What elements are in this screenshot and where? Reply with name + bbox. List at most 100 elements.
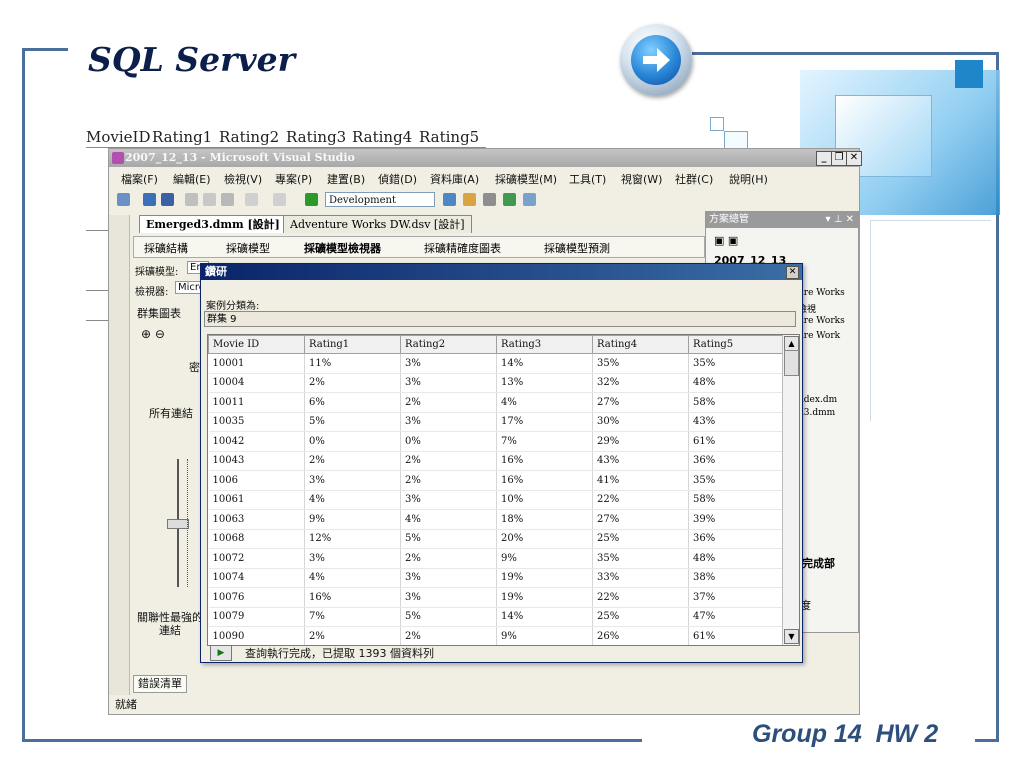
table-cell: 2% [400,626,497,645]
cut-icon[interactable] [185,193,198,206]
table-row[interactable]: 10076 16% 3% 19% 22% 37% [208,587,787,608]
save-all-icon[interactable] [161,193,174,206]
table-cell: 30% [592,412,689,432]
col-header-rating1[interactable]: Rating1 [304,335,401,354]
find-icon[interactable] [443,193,456,206]
restore-button[interactable]: ❐ [831,151,847,166]
table-row[interactable]: 10074 4% 3% 19% 33% 38% [208,568,787,588]
decorative-lines [870,220,991,421]
table-row[interactable]: 1006 3% 2% 16% 41% 35% [208,470,787,491]
menu-mining-model[interactable]: 採礦模型(M) [495,171,557,187]
panel-pin-close-icons[interactable]: ▾ ⊥ ✕ [826,212,854,228]
menu-window[interactable]: 視窗(W) [621,171,662,187]
table-row[interactable]: 10001 11% 3% 14% 35% 35% [208,353,787,374]
menu-debug[interactable]: 偵錯(D) [378,171,417,187]
scroll-up-icon[interactable]: ▲ [784,336,799,351]
tab-mining-model-prediction[interactable]: 採礦模型預測 [544,240,610,256]
scroll-thumb[interactable] [784,350,799,376]
link-slider-thumb[interactable] [167,519,189,529]
minimize-button[interactable]: _ [816,151,832,166]
table-cell: 11% [304,353,401,374]
menu-project[interactable]: 專案(P) [275,171,312,187]
tab-error-list[interactable]: 錯誤清單 [133,675,187,693]
bg-header-rating1: Rating1 [152,128,213,146]
table-cell: 18% [496,509,593,530]
table-cell: 47% [688,607,787,627]
next-arrow-button[interactable] [620,24,692,96]
start-debug-icon[interactable] [305,193,318,206]
tab-cluster-diagram[interactable]: 群集圖表 [137,305,181,321]
toolbox-icon[interactable] [503,193,516,206]
tab-mining-structure[interactable]: 採礦結構 [144,240,188,256]
col-header-movie-id[interactable]: Movie ID [208,335,305,354]
save-icon[interactable] [143,193,156,206]
menu-file[interactable]: 檔案(F) [121,171,158,187]
solution-item-6[interactable]: d3.dmm [798,408,835,418]
copy-icon[interactable] [203,193,216,206]
bg-header-rating3: Rating3 [286,128,347,146]
menu-data[interactable]: 資料庫(A) [430,171,479,187]
redo-icon[interactable] [273,193,286,206]
table-row[interactable]: 10063 9% 4% 18% 27% 39% [208,509,787,530]
table-row[interactable]: 10068 12% 5% 20% 25% 36% [208,529,787,549]
table-row[interactable]: 10043 2% 2% 16% 43% 36% [208,451,787,471]
solution-explorer-icon[interactable] [463,193,476,206]
table-cell: 7% [304,607,401,627]
col-header-rating3[interactable]: Rating3 [496,335,593,354]
menu-tools[interactable]: 工具(T) [569,171,606,187]
toolbox-strip[interactable] [109,215,130,695]
table-row[interactable]: 10004 2% 3% 13% 32% 48% [208,373,787,393]
solution-explorer-title: 方案總管 [709,214,749,225]
scroll-down-icon[interactable]: ▼ [784,629,799,644]
solution-item-5[interactable]: ndex.dm [798,395,837,405]
zoom-icons[interactable]: ⊕ ⊖ [141,327,165,341]
table-cell: 58% [688,490,787,510]
col-header-rating4[interactable]: Rating4 [592,335,689,354]
close-button[interactable]: ✕ [846,151,862,166]
table-cell: 61% [688,431,787,452]
solution-toolbar-icons[interactable]: ▣ ▣ [714,234,738,247]
table-row[interactable]: 10035 5% 3% 17% 30% 43% [208,412,787,432]
table-row[interactable]: 10079 7% 5% 14% 25% 47% [208,607,787,627]
properties-icon[interactable] [483,193,496,206]
tab-adventure-works-dsv[interactable]: Adventure Works DW.dsv [設計] [283,215,472,233]
window-icon[interactable] [523,193,536,206]
grid-vertical-scrollbar[interactable]: ▲ ▼ [782,335,799,645]
run-query-icon[interactable]: ▶ [210,645,232,661]
tab-mining-model-viewer[interactable]: 採礦模型檢視器 [304,240,381,256]
menu-edit[interactable]: 編輯(E) [173,171,211,187]
bg-header-rating2: Rating2 [219,128,280,146]
table-row[interactable]: 10042 0% 0% 7% 29% 61% [208,431,787,452]
tab-emerged3-dmm[interactable]: Emerged3.dmm [設計] [139,215,287,233]
col-header-rating2[interactable]: Rating2 [400,335,497,354]
vs-window-title: 2007_12_13 - Microsoft Visual Studio [125,151,355,164]
table-row[interactable]: 10061 4% 3% 10% 22% 58% [208,490,787,510]
menu-help[interactable]: 說明(H) [729,171,768,187]
table-row[interactable]: 10090 2% 2% 9% 26% 61% [208,626,787,645]
table-cell: 14% [496,353,593,374]
table-row[interactable]: 10011 6% 2% 4% 27% 58% [208,392,787,413]
arrow-right-icon [643,48,670,72]
vs-titlebar[interactable]: 2007_12_13 - Microsoft Visual Studio _ ❐… [109,149,862,167]
solution-item-3[interactable]: ure Works [798,316,845,326]
menu-build[interactable]: 建置(B) [327,171,365,187]
viewer-label: 檢視器: [135,287,169,298]
solution-item-1[interactable]: ure Works [798,288,845,298]
undo-icon[interactable] [245,193,258,206]
tab-mining-models[interactable]: 採礦模型 [226,240,270,256]
col-header-rating5[interactable]: Rating5 [688,335,787,354]
table-cell: 48% [688,373,787,393]
configuration-combo[interactable]: Development [325,192,435,207]
solution-item-4[interactable]: ure Work [798,331,840,341]
menu-view[interactable]: 檢視(V) [224,171,262,187]
tab-mining-accuracy-chart[interactable]: 採礦精確度圖表 [424,240,501,256]
drillthrough-titlebar[interactable]: 鑽研 ✕ [201,264,802,280]
menu-community[interactable]: 社群(C) [675,171,713,187]
table-cell: 10079 [208,607,305,627]
table-row[interactable]: 10072 3% 2% 9% 35% 48% [208,548,787,569]
table-cell: 3% [400,568,497,588]
new-project-icon[interactable] [117,193,130,206]
paste-icon[interactable] [221,193,234,206]
drillthrough-grid[interactable]: Movie ID Rating1 Rating2 Rating3 Rating4… [207,334,800,646]
drillthrough-close-button[interactable]: ✕ [786,266,799,279]
